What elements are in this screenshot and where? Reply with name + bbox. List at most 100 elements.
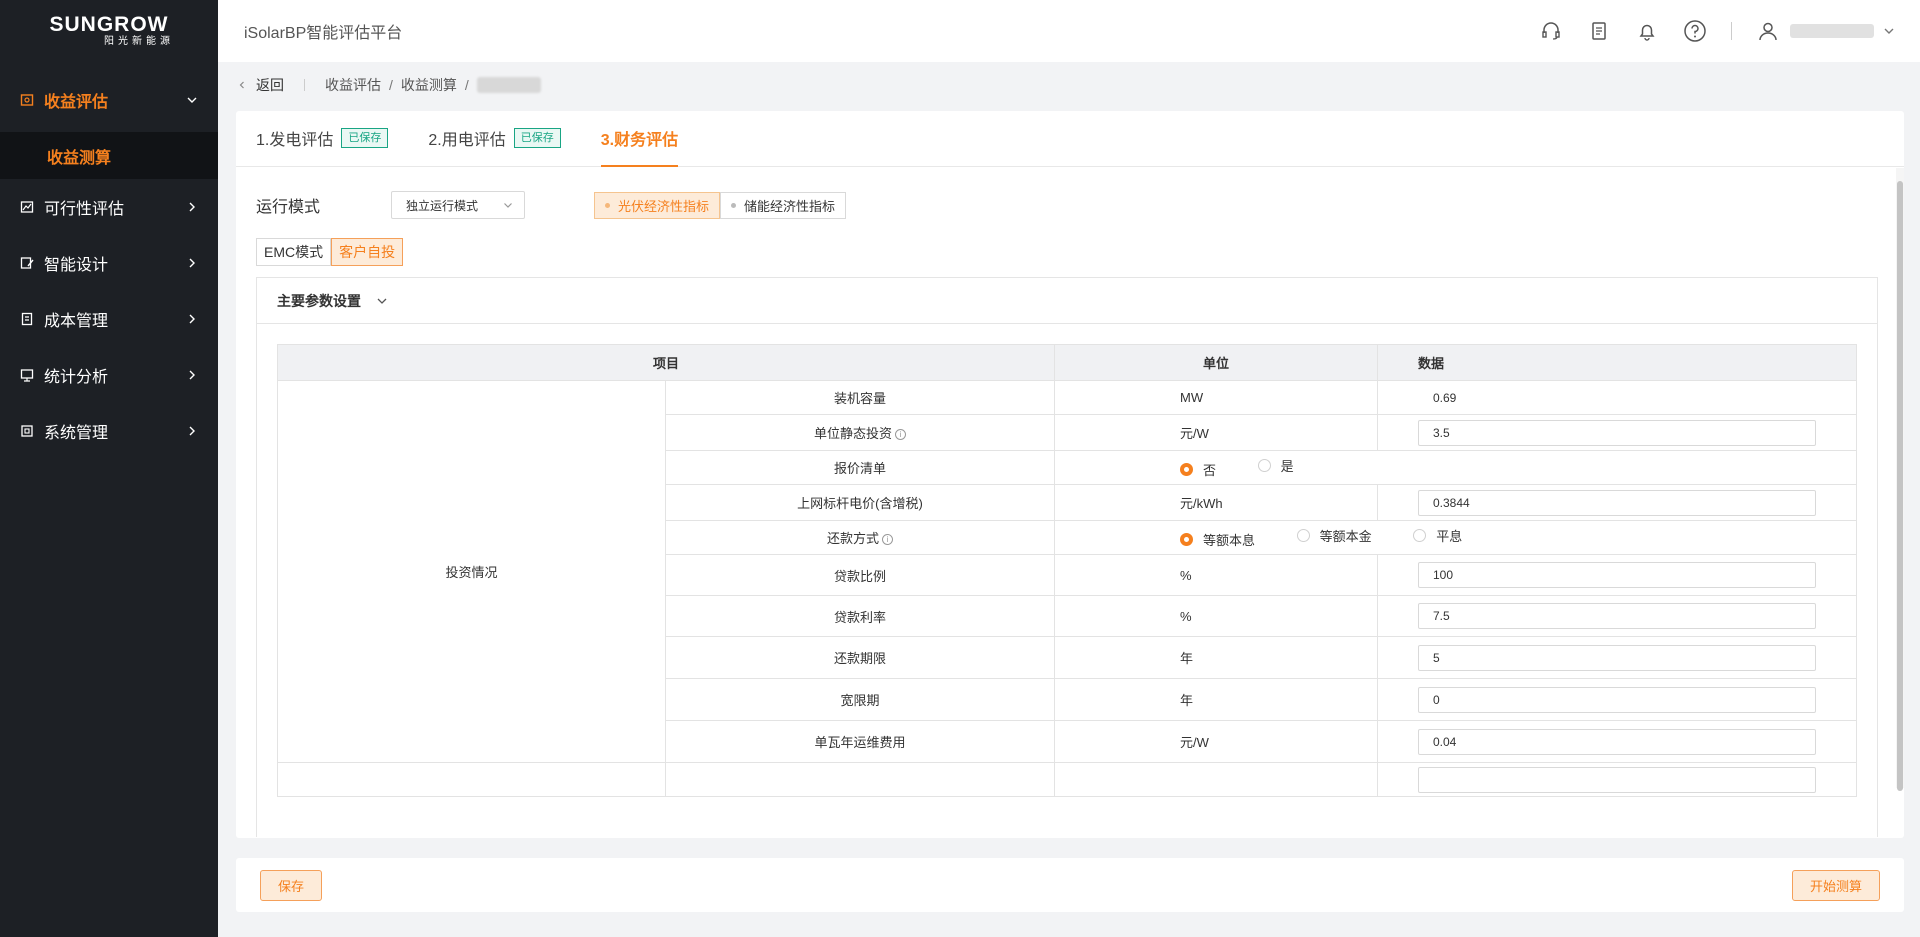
headset-icon[interactable] xyxy=(1539,19,1563,43)
chart-icon xyxy=(20,200,34,214)
bell-icon[interactable] xyxy=(1635,19,1659,43)
radio-option-yes[interactable]: 是 xyxy=(1257,456,1294,475)
param-input[interactable]: 7.5 xyxy=(1418,603,1816,629)
pv-economic-indicator-button[interactable]: 光伏经济性指标 xyxy=(594,192,721,219)
sidebar-item-revenue-eval[interactable]: 收益评估 xyxy=(0,68,218,132)
param-input[interactable]: 100 xyxy=(1418,562,1816,588)
param-name: 装机容量 xyxy=(665,380,1055,415)
group-label: 投资情况 xyxy=(277,380,666,763)
radio-label: 等额本金 xyxy=(1319,529,1372,544)
chevron-right-icon xyxy=(189,314,195,324)
param-unit: % xyxy=(1054,595,1378,637)
chevron-left-icon xyxy=(239,81,244,89)
tab-label: 2.用电评估 xyxy=(428,132,506,149)
help-icon[interactable] xyxy=(1683,19,1707,43)
param-input[interactable]: 3.5 xyxy=(1418,419,1816,446)
breadcrumb-item-revenue-eval[interactable]: 收益评估 xyxy=(325,75,381,95)
chevron-right-icon xyxy=(189,370,195,380)
radio-option-no[interactable]: 否 xyxy=(1180,460,1216,479)
breadcrumb-separator: / xyxy=(464,77,469,93)
radio-group: 否 是 xyxy=(1054,450,1857,485)
header-data: 数据 xyxy=(1377,344,1857,381)
param-name: 单瓦年运维费用 xyxy=(665,720,1055,763)
stats-icon xyxy=(20,368,34,382)
tab-consumption-eval[interactable]: 2.用电评估 已保存 xyxy=(428,111,561,166)
param-name: 还款方式 i xyxy=(665,520,1055,555)
tab-financial-eval[interactable]: 3.财务评估 xyxy=(600,111,679,167)
breadcrumb: 返回 收益评估 / 收益测算 / xyxy=(236,74,541,96)
logo[interactable]: SUNGROW 阳光新能源 xyxy=(0,0,218,62)
radio-selected-icon xyxy=(1180,533,1193,546)
sidebar-item-label: 统计分析 xyxy=(44,369,109,386)
save-button[interactable]: 保存 xyxy=(260,870,322,901)
start-calc-button[interactable]: 开始测算 xyxy=(1792,870,1880,901)
back-label: 返回 xyxy=(256,77,284,93)
param-unit: MW xyxy=(1054,380,1378,415)
param-input[interactable]: 0.04 xyxy=(1418,728,1816,755)
param-unit: 年 xyxy=(1054,636,1378,679)
sidebar-subitem-revenue-calc[interactable]: 收益测算 xyxy=(0,132,218,179)
document-icon[interactable] xyxy=(1587,19,1611,43)
user-name-redacted[interactable] xyxy=(1790,24,1874,38)
param-input[interactable]: 0 xyxy=(1418,686,1816,713)
sidebar-item-stats[interactable]: 统计分析 xyxy=(0,347,218,403)
system-icon xyxy=(20,424,34,438)
tab-generation-eval[interactable]: 1.发电评估 已保存 xyxy=(256,111,389,166)
self-invest-button[interactable]: 客户自投 xyxy=(331,238,404,266)
table-row: 投资情况 装机容量 MW 0.69 xyxy=(277,380,1857,763)
param-name-clipped xyxy=(665,762,1055,797)
indicator-toggle: 光伏经济性指标 储能经济性指标 xyxy=(594,192,847,219)
param-name: 单位静态投资 i xyxy=(665,414,1055,451)
main-card: 1.发电评估 已保存 2.用电评估 已保存 3.财务评估 运行模式 独立运行模式… xyxy=(236,111,1904,838)
operation-mode-select[interactable]: 独立运行模式 xyxy=(391,191,525,219)
logo-brand: SUNGROW xyxy=(49,13,169,36)
param-unit: % xyxy=(1054,554,1378,596)
param-input-clipped[interactable] xyxy=(1418,766,1816,793)
param-unit: 元/W xyxy=(1054,414,1378,451)
radio-label: 是 xyxy=(1280,459,1294,474)
back-button[interactable]: 返回 xyxy=(236,75,284,95)
param-name: 贷款比例 xyxy=(665,554,1055,596)
param-unit-clipped xyxy=(1054,762,1378,797)
dot-icon xyxy=(731,203,737,208)
saved-badge: 已保存 xyxy=(513,128,561,148)
emc-mode-button[interactable]: EMC模式 xyxy=(256,238,332,266)
user-icon[interactable] xyxy=(1756,19,1780,43)
chevron-right-icon xyxy=(189,258,195,268)
chevron-right-icon xyxy=(189,426,195,436)
sidebar-item-cost-mgmt[interactable]: 成本管理 xyxy=(0,291,218,347)
chevron-down-icon[interactable] xyxy=(1882,24,1896,38)
radio-option-flat-interest[interactable]: 平息 xyxy=(1413,526,1462,545)
param-input[interactable]: 0.3844 xyxy=(1418,489,1816,516)
param-name-text: 单位静态投资 xyxy=(813,426,892,441)
sidebar-item-feasibility[interactable]: 可行性评估 xyxy=(0,179,218,235)
revenue-icon xyxy=(20,93,34,107)
header-divider xyxy=(1731,22,1732,40)
design-icon xyxy=(20,256,34,270)
param-name-text: 还款方式 xyxy=(826,531,879,546)
pv-economic-indicator-label: 光伏经济性指标 xyxy=(618,199,710,214)
sidebar-item-smart-design[interactable]: 智能设计 xyxy=(0,235,218,291)
storage-economic-indicator-button[interactable]: 储能经济性指标 xyxy=(720,192,847,219)
info-icon[interactable]: i xyxy=(882,534,893,546)
action-bar: 保存 开始测算 xyxy=(236,858,1904,912)
sidebar-item-label: 成本管理 xyxy=(44,313,109,330)
group-label-clipped xyxy=(277,762,666,797)
info-icon[interactable]: i xyxy=(895,429,906,441)
operation-mode-label: 运行模式 xyxy=(256,199,321,216)
radio-option-equal-principal[interactable]: 等额本金 xyxy=(1296,526,1372,545)
sidebar-item-label: 收益评估 xyxy=(44,94,109,111)
main-params-title: 主要参数设置 xyxy=(277,292,361,309)
chevron-down-icon xyxy=(187,97,197,103)
main-params-header[interactable]: 主要参数设置 xyxy=(257,278,1877,324)
radio-selected-icon xyxy=(1180,463,1193,476)
sidebar-item-label: 系统管理 xyxy=(44,425,109,442)
radio-option-equal-installment[interactable]: 等额本息 xyxy=(1180,530,1255,549)
sidebar-item-system[interactable]: 系统管理 xyxy=(0,403,218,459)
param-input[interactable]: 5 xyxy=(1418,644,1816,671)
sidebar-item-label: 可行性评估 xyxy=(44,201,125,218)
chevron-right-icon xyxy=(189,202,195,212)
scrollbar-thumb[interactable] xyxy=(1897,181,1903,791)
breadcrumb-item-revenue-calc[interactable]: 收益测算 xyxy=(401,75,457,95)
tab-label: 3.财务评估 xyxy=(600,132,679,149)
